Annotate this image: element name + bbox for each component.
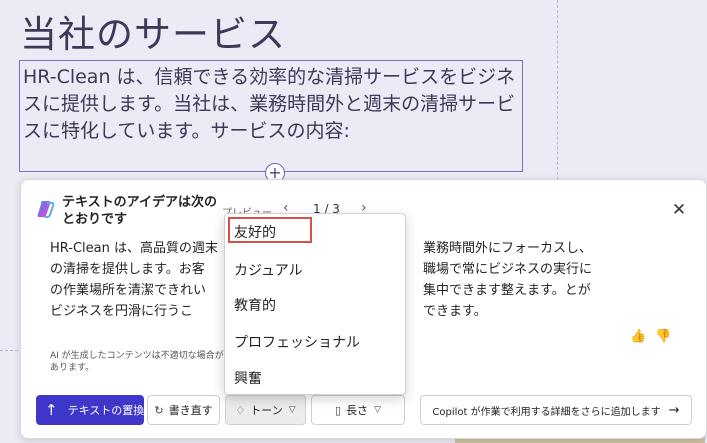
arrow-right-icon: → (668, 402, 680, 418)
tone-option-professional[interactable]: プロフェッショナル (234, 332, 360, 352)
suggestion-line: ビジネスを円滑に行うこ (50, 304, 194, 319)
add-details-button[interactable]: Copilot が作業で利用する詳細をさらに追加します → (420, 395, 692, 425)
suggestion-line: 業務時間外にフォーカスし、 (423, 241, 593, 256)
tone-button[interactable]: ♢ トーン ▽ (225, 395, 306, 425)
suggestion-line: の作業場所を清潔できれい (50, 283, 207, 298)
length-icon: ▯ (335, 403, 342, 417)
guide-line-vertical (557, 0, 558, 185)
tone-option-excited[interactable]: 興奮 (234, 368, 262, 388)
tone-option-friendly[interactable]: 友好的 (234, 222, 276, 242)
chevron-down-icon: ▽ (288, 405, 296, 415)
length-button[interactable]: ▯ 長さ ▽ (311, 395, 405, 425)
tone-menu: 友好的 カジュアル 教育的 プロフェッショナル 興奮 (224, 213, 406, 395)
copilot-icon (37, 201, 55, 218)
replace-text-label: テキストの置換 (67, 403, 145, 417)
slide-body-textbox[interactable]: HR-Clean は、信頼できる効率的な清掃サービスをビジネスに提供します。当社… (19, 60, 523, 172)
close-icon[interactable]: ✕ (669, 200, 689, 220)
suggestion-line: の清掃を提供します。お客 (50, 262, 205, 277)
ai-disclaimer: AI が生成したコンテンツは不適切な場合があります。 (50, 351, 224, 373)
tone-icon: ♢ (235, 403, 246, 417)
rewrite-button[interactable]: ↻ 書き直す (147, 395, 220, 425)
chevron-down-icon: ▽ (374, 405, 381, 415)
tone-option-casual[interactable]: カジュアル (234, 260, 303, 280)
tone-option-educational[interactable]: 教育的 (234, 295, 276, 315)
rewrite-label: 書き直す (168, 404, 213, 417)
panel-title: テキストのアイデアは次のとおりです (62, 195, 217, 227)
suggestion-line: できます。 (423, 304, 487, 319)
arrow-up-icon: ↑ (45, 401, 58, 419)
suggestion-line: HR-Clean は、高品質の週末 (50, 241, 218, 256)
thumbs-down-icon[interactable]: 👎 (655, 329, 671, 344)
suggestion-line: 集中できます整えます。とが (423, 283, 591, 298)
thumbs-up-icon[interactable]: 👍 (630, 329, 646, 344)
tone-label: トーン (250, 404, 283, 417)
slide-title[interactable]: 当社のサービス (20, 4, 286, 58)
add-details-label: Copilot が作業で利用する詳細をさらに追加します (432, 406, 661, 418)
replace-text-button[interactable]: ↑ テキストの置換 (36, 395, 144, 425)
refresh-icon: ↻ (154, 403, 164, 417)
length-label: 長さ (346, 404, 369, 417)
suggestion-line: 職場で常にビジネスの実行に (423, 262, 593, 277)
